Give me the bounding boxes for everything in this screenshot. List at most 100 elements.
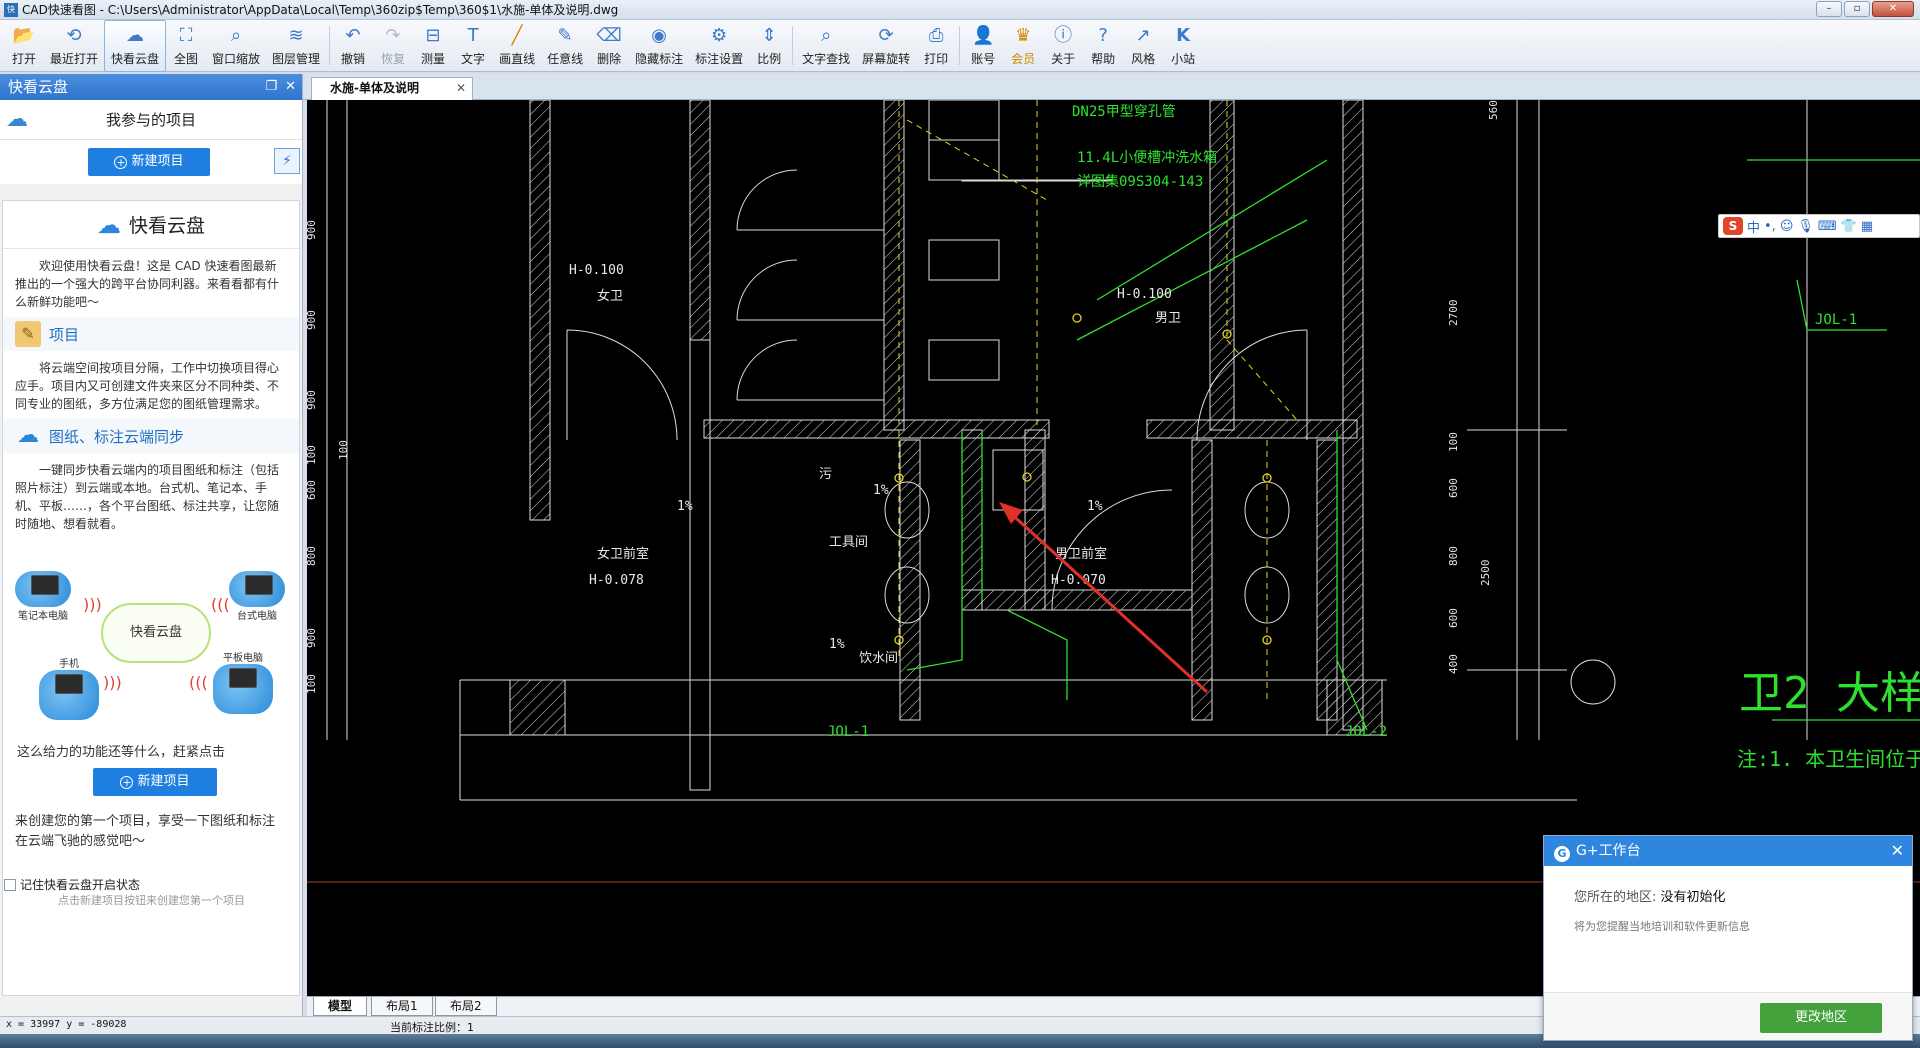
project-folder-icon: ✎ xyxy=(15,321,41,347)
scale-button[interactable]: ⇕ 比例 xyxy=(749,20,789,72)
tablet-device: 平板电脑 xyxy=(213,649,273,714)
line-button[interactable]: ╱ 画直线 xyxy=(493,20,541,72)
zoom-window-button[interactable]: ⌕ 窗口缩放 xyxy=(206,20,266,72)
close-tab-icon[interactable]: ✕ xyxy=(456,78,466,99)
hint-text: 点击新建项目按钮来创建您第一个项目 xyxy=(58,894,245,907)
close-window-button[interactable]: ✕ xyxy=(1872,1,1914,17)
fit-view-button[interactable]: ⛶ 全图 xyxy=(166,20,206,72)
redo-icon: ↷ xyxy=(385,25,401,46)
main-toolbar: 📂 打开 ⟲ 最近打开 ☁ 快看云盘 ⛶ 全图 ⌕ 窗口缩放 ≋ 图层管理 ↶ 撤销 ↷ 恢复 … xyxy=(0,20,1920,72)
cta-button-row: + 新建项目 xyxy=(3,760,299,804)
account-button[interactable]: 👤 账号 xyxy=(963,20,1003,72)
cloud-icon: ☁ xyxy=(96,210,121,239)
keyboard-icon[interactable]: ⌨ xyxy=(1818,219,1837,234)
restore-panel-icon[interactable]: ❐ xyxy=(265,74,277,100)
cloud-disk-button[interactable]: ☁ 快看云盘 xyxy=(104,20,167,72)
vip-button[interactable]: ♛ 会员 xyxy=(1003,20,1043,72)
about-button[interactable]: ⓘ 关于 xyxy=(1043,20,1083,72)
close-popup-icon[interactable]: ✕ xyxy=(1891,836,1904,866)
minimize-button[interactable]: – xyxy=(1816,1,1842,17)
annotation-settings-icon: ⚙ xyxy=(711,25,728,46)
annotation-settings-button[interactable]: ⚙ 标注设置 xyxy=(689,20,749,72)
signal-icon: ((( xyxy=(211,595,230,614)
ime-mode-label[interactable]: 中 xyxy=(1747,217,1760,236)
eraser-icon: ⌫ xyxy=(596,25,622,46)
document-tab[interactable]: 水施-单体及说明 ✕ xyxy=(311,77,473,100)
desktop-device: 台式电脑 xyxy=(229,571,285,622)
freehand-button[interactable]: ✎ 任意线 xyxy=(541,20,589,72)
intro-text: 欢迎使用快看云盘！这是 CAD 快速看图最新推出的一个强大的跨平台协同利器。来看… xyxy=(15,259,280,309)
laptop-device: 笔记本电脑 xyxy=(15,571,71,622)
cad-label-room: 女卫前室 xyxy=(597,546,649,562)
measure-button[interactable]: ⊟ 测量 xyxy=(413,20,453,72)
rotate-screen-icon: ⟳ xyxy=(878,25,894,46)
cad-dimension: 900 xyxy=(307,310,318,330)
signal-icon: ))) xyxy=(103,673,122,692)
site-icon: K xyxy=(1176,25,1191,46)
desktop-icon xyxy=(229,571,285,607)
skin-icon[interactable]: 👕 xyxy=(1841,219,1857,234)
cad-dimension: 100 xyxy=(1447,432,1460,452)
sync-refresh-button[interactable]: ⚡ xyxy=(274,148,300,174)
cta-new-project-button[interactable]: + 新建项目 xyxy=(93,768,217,796)
open-button[interactable]: 📂 打开 xyxy=(4,20,44,72)
recent-button[interactable]: ⟲ 最近打开 xyxy=(44,20,104,72)
tab-layout2[interactable]: 布局2 xyxy=(435,997,497,1016)
layers-button[interactable]: ≋ 图层管理 xyxy=(266,20,326,72)
zoom-window-icon: ⌕ xyxy=(230,25,242,46)
cad-dimension: 800 xyxy=(1447,546,1460,566)
hide-annotation-button[interactable]: ◉ 隐藏标注 xyxy=(629,20,689,72)
cad-label-slope: 1% xyxy=(677,499,693,514)
section-sync-text: 一键同步快看云端内的项目图纸和标注（包括照片标注）到云端或本地。台式机、笔记本、… xyxy=(15,463,280,531)
g-logo-icon: G xyxy=(1554,846,1570,862)
cad-dimension: 100 xyxy=(307,674,318,694)
toolbox-icon[interactable]: ▦ xyxy=(1861,219,1873,234)
cad-annotation: DN25甲型穿孔管 xyxy=(1072,104,1176,120)
cad-label-elevation: H-0.100 xyxy=(1117,287,1172,302)
text-search-button[interactable]: ⌕ 文字查找 xyxy=(796,20,856,72)
cloud-outline-icon: ☁ xyxy=(6,106,28,132)
cad-dimension: 100 xyxy=(307,445,318,465)
cad-annotation: JOL-1 xyxy=(827,724,869,740)
ime-toolbar[interactable]: S 中 •, ☺ 🎙 ⌨ 👕 ▦ xyxy=(1718,214,1920,238)
signal-icon: ((( xyxy=(189,673,208,692)
title-bar: 快 CAD快速看图 - C:\Users\Administrator\AppDa… xyxy=(0,0,1920,20)
cad-dimension: 900 xyxy=(307,220,318,240)
panel-title: 快看云盘 xyxy=(8,78,69,96)
devices-illustration: 笔记本电脑 ))) 快看云盘 ((( 台式电脑 手机 ))) ((( 平板电脑 xyxy=(3,543,299,733)
site-button[interactable]: K 小站 xyxy=(1163,20,1203,72)
delete-button[interactable]: ⌫ 删除 xyxy=(589,20,629,72)
punctuation-icon[interactable]: •, xyxy=(1764,219,1776,234)
help-icon: ? xyxy=(1098,25,1108,46)
text-button[interactable]: T 文字 xyxy=(453,20,493,72)
section-projects-header: ✎ 项目 xyxy=(3,317,299,351)
phone-icon xyxy=(39,670,99,720)
style-button[interactable]: ↗ 风格 xyxy=(1123,20,1163,72)
cad-dimension: 800 xyxy=(307,546,318,566)
rotate-screen-button[interactable]: ⟳ 屏幕旋转 xyxy=(856,20,916,72)
print-button[interactable]: ⎙ 打印 xyxy=(916,20,956,72)
remember-state-option[interactable]: 记住快看云盘开启状态 xyxy=(4,876,140,893)
microphone-icon[interactable]: 🎙 xyxy=(1797,219,1814,234)
close-panel-icon[interactable]: ✕ xyxy=(285,74,296,100)
remember-checkbox[interactable] xyxy=(4,878,16,891)
emoji-icon[interactable]: ☺ xyxy=(1780,219,1794,234)
redo-button[interactable]: ↷ 恢复 xyxy=(373,20,413,72)
help-button[interactable]: ? 帮助 xyxy=(1083,20,1123,72)
cloud-disk-panel: 快看云盘 ❐ ✕ ☁ 我参与的项目 + 新建项目 ⚡ ☁ 快看云盘 欢迎使用快看云… xyxy=(0,74,303,1032)
recent-icon: ⟲ xyxy=(66,25,82,46)
tab-model[interactable]: 模型 xyxy=(313,997,368,1016)
window-controls: – ▫ ✕ xyxy=(1816,1,1914,17)
maximize-button[interactable]: ▫ xyxy=(1844,1,1870,17)
new-project-button[interactable]: + 新建项目 xyxy=(88,148,210,176)
toolbar-divider xyxy=(959,26,961,65)
cad-label-room: 工具间 xyxy=(829,535,868,550)
tab-layout1[interactable]: 布局1 xyxy=(371,997,433,1016)
undo-button[interactable]: ↶ 撤销 xyxy=(333,20,373,72)
measure-icon: ⊟ xyxy=(425,25,441,46)
sync-icon: ⚡ xyxy=(282,153,292,169)
printer-icon: ⎙ xyxy=(928,25,944,46)
cad-annotation: JOL-1 xyxy=(1815,312,1857,328)
change-region-button[interactable]: 更改地区 xyxy=(1760,1003,1882,1033)
vip-icon: ♛ xyxy=(1015,25,1032,46)
